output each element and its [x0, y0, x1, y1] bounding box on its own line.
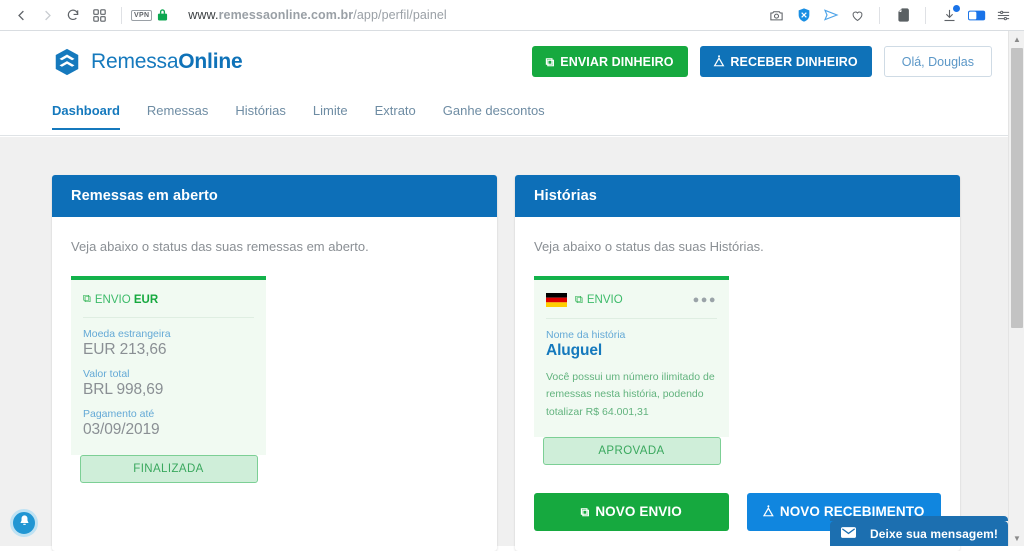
- header-actions: ⧉ ENVIAR DINHEIRO ⧊ RECEBER DINHEIRO Olá…: [532, 46, 992, 77]
- extension-icons: [762, 3, 1024, 28]
- new-send-button[interactable]: ⧉ NOVO ENVIO: [534, 493, 729, 531]
- toolbar-divider-2: [879, 7, 880, 24]
- remittance-item[interactable]: ⧉ ENVIO EUR Moeda estrangeira EUR 213,66…: [71, 276, 266, 483]
- evernote-icon[interactable]: [891, 3, 916, 28]
- remessa-hexagon-icon: [52, 47, 82, 77]
- remittance-item-header: ⧉ ENVIO EUR: [83, 293, 254, 318]
- padlock-icon: [157, 8, 168, 23]
- tab-ganhe-descontos[interactable]: Ganhe descontos: [443, 103, 545, 128]
- toolbar-divider-3: [925, 7, 926, 24]
- remittance-status-badge: FINALIZADA: [80, 455, 258, 483]
- logo-text: RemessaOnline: [91, 50, 242, 74]
- remittances-card-title: Remessas em aberto: [52, 175, 497, 217]
- story-item-header: ⧉ ENVIO ●●●: [546, 293, 717, 319]
- remittances-card: Remessas em aberto Veja abaixo o status …: [52, 175, 497, 551]
- field-value-total: BRL 998,69: [83, 381, 254, 399]
- arrow-up-icon: ⧉: [581, 506, 590, 518]
- notification-bell-widget[interactable]: [10, 509, 38, 537]
- forward-arrow-icon: [34, 2, 60, 28]
- field-label-total: Valor total: [83, 368, 254, 380]
- field-value-foreign-currency: EUR 213,66: [83, 341, 254, 359]
- receive-money-label: RECEBER DINHEIRO: [730, 55, 857, 69]
- stories-card-body: Veja abaixo o status das suas Histórias.: [515, 217, 960, 551]
- more-options-icon[interactable]: ●●●: [693, 295, 717, 306]
- settings-menu-icon[interactable]: [991, 3, 1016, 28]
- remittance-field-total: Valor total BRL 998,69: [83, 368, 254, 399]
- stories-card-description: Veja abaixo o status das suas Histórias.: [534, 239, 941, 254]
- chat-widget-label: Deixe sua mensagem!: [870, 527, 998, 541]
- arrow-up-icon: ⧉: [83, 293, 91, 306]
- tab-historias[interactable]: Histórias: [235, 103, 286, 128]
- page-scrollbar[interactable]: ▲ ▼: [1008, 31, 1024, 546]
- arrow-down-icon: ⧊: [714, 56, 725, 68]
- receive-money-button[interactable]: ⧊ RECEBER DINHEIRO: [700, 46, 872, 77]
- download-badge-dot: [953, 5, 960, 12]
- story-direction-label: ENVIO: [587, 294, 623, 306]
- vpn-indicator: VPN: [131, 10, 152, 21]
- tab-limite[interactable]: Limite: [313, 103, 348, 128]
- user-greeting-button[interactable]: Olá, Douglas: [884, 46, 992, 77]
- browser-toolbar: VPN www.remessaonline.com.br/app/perfil/…: [0, 0, 1024, 31]
- scroll-up-arrow-icon[interactable]: ▲: [1009, 31, 1024, 47]
- scrollbar-thumb[interactable]: [1011, 48, 1023, 328]
- remittance-currency-code: EUR: [134, 294, 158, 306]
- download-icon[interactable]: [937, 3, 962, 28]
- arrow-down-icon: ⧊: [763, 506, 774, 518]
- logo-text-bold: Online: [178, 50, 242, 73]
- stories-card-title: Histórias: [515, 175, 960, 217]
- main-nav: Dashboard Remessas Histórias Limite Extr…: [0, 92, 1008, 136]
- stories-card: Histórias Veja abaixo o status das suas …: [515, 175, 960, 551]
- arrow-up-icon: ⧉: [575, 294, 583, 307]
- remittance-field-due: Pagamento até 03/09/2019: [83, 408, 254, 439]
- remittance-direction-label: ENVIO: [95, 294, 131, 306]
- tab-remessas[interactable]: Remessas: [147, 103, 208, 128]
- remittances-card-description: Veja abaixo o status das suas remessas e…: [71, 239, 478, 254]
- page-content: Remessas em aberto Veja abaixo o status …: [0, 137, 1008, 546]
- story-status-badge: APROVADA: [543, 437, 721, 465]
- tab-extrato[interactable]: Extrato: [375, 103, 416, 128]
- chat-widget[interactable]: Deixe sua mensagem!: [830, 521, 1008, 546]
- story-name-value: Aluguel: [546, 342, 717, 360]
- field-label-payment-due: Pagamento até: [83, 408, 254, 420]
- send-money-label: ENVIAR DINHEIRO: [560, 55, 673, 69]
- story-description-text: Você possui um número ilimitado de remes…: [546, 369, 717, 421]
- shield-blocker-icon[interactable]: [791, 3, 816, 28]
- address-bar[interactable]: www.remessaonline.com.br/app/perfil/pain…: [188, 8, 762, 22]
- heart-icon[interactable]: [845, 3, 870, 28]
- tab-dashboard[interactable]: Dashboard: [52, 103, 120, 130]
- arrow-up-icon: ⧉: [546, 56, 555, 68]
- send-telegram-icon[interactable]: [818, 3, 843, 28]
- field-label-foreign-currency: Moeda estrangeira: [83, 328, 254, 340]
- back-arrow-icon[interactable]: [8, 2, 34, 28]
- url-host-prefix: www.: [188, 8, 218, 22]
- field-label-story-name: Nome da história: [546, 329, 717, 341]
- notification-bell-icon: [18, 514, 31, 532]
- site-logo[interactable]: RemessaOnline: [52, 47, 242, 77]
- field-value-payment-due: 03/09/2019: [83, 421, 254, 439]
- envelope-icon: [841, 527, 856, 541]
- screenshot-icon[interactable]: [764, 3, 789, 28]
- site-header: RemessaOnline ⧉ ENVIAR DINHEIRO ⧊ RECEBE…: [0, 31, 1008, 92]
- germany-flag-icon: [546, 293, 567, 307]
- story-item-box: ⧉ ENVIO ●●● Nome da história Aluguel Voc…: [534, 280, 729, 437]
- remittances-card-body: Veja abaixo o status das suas remessas e…: [52, 217, 497, 503]
- url-host: remessaonline.com.br: [219, 8, 354, 22]
- tab-toggle-icon[interactable]: [964, 3, 989, 28]
- story-item[interactable]: ⧉ ENVIO ●●● Nome da história Aluguel Voc…: [534, 276, 729, 465]
- remittance-field-foreign: Moeda estrangeira EUR 213,66: [83, 328, 254, 359]
- dashboard-cards: Remessas em aberto Veja abaixo o status …: [0, 137, 1008, 551]
- url-path: /app/perfil/painel: [353, 8, 447, 22]
- reload-icon[interactable]: [60, 2, 86, 28]
- logo-text-light: Remessa: [91, 50, 178, 73]
- apps-grid-icon[interactable]: [86, 2, 112, 28]
- remittance-direction: ENVIO EUR: [95, 294, 158, 306]
- remittance-item-box: ⧉ ENVIO EUR Moeda estrangeira EUR 213,66…: [71, 280, 266, 455]
- send-money-button[interactable]: ⧉ ENVIAR DINHEIRO: [532, 46, 688, 77]
- new-send-label: NOVO ENVIO: [595, 504, 682, 519]
- toolbar-divider: [121, 7, 122, 24]
- scroll-down-arrow-icon[interactable]: ▼: [1009, 530, 1024, 546]
